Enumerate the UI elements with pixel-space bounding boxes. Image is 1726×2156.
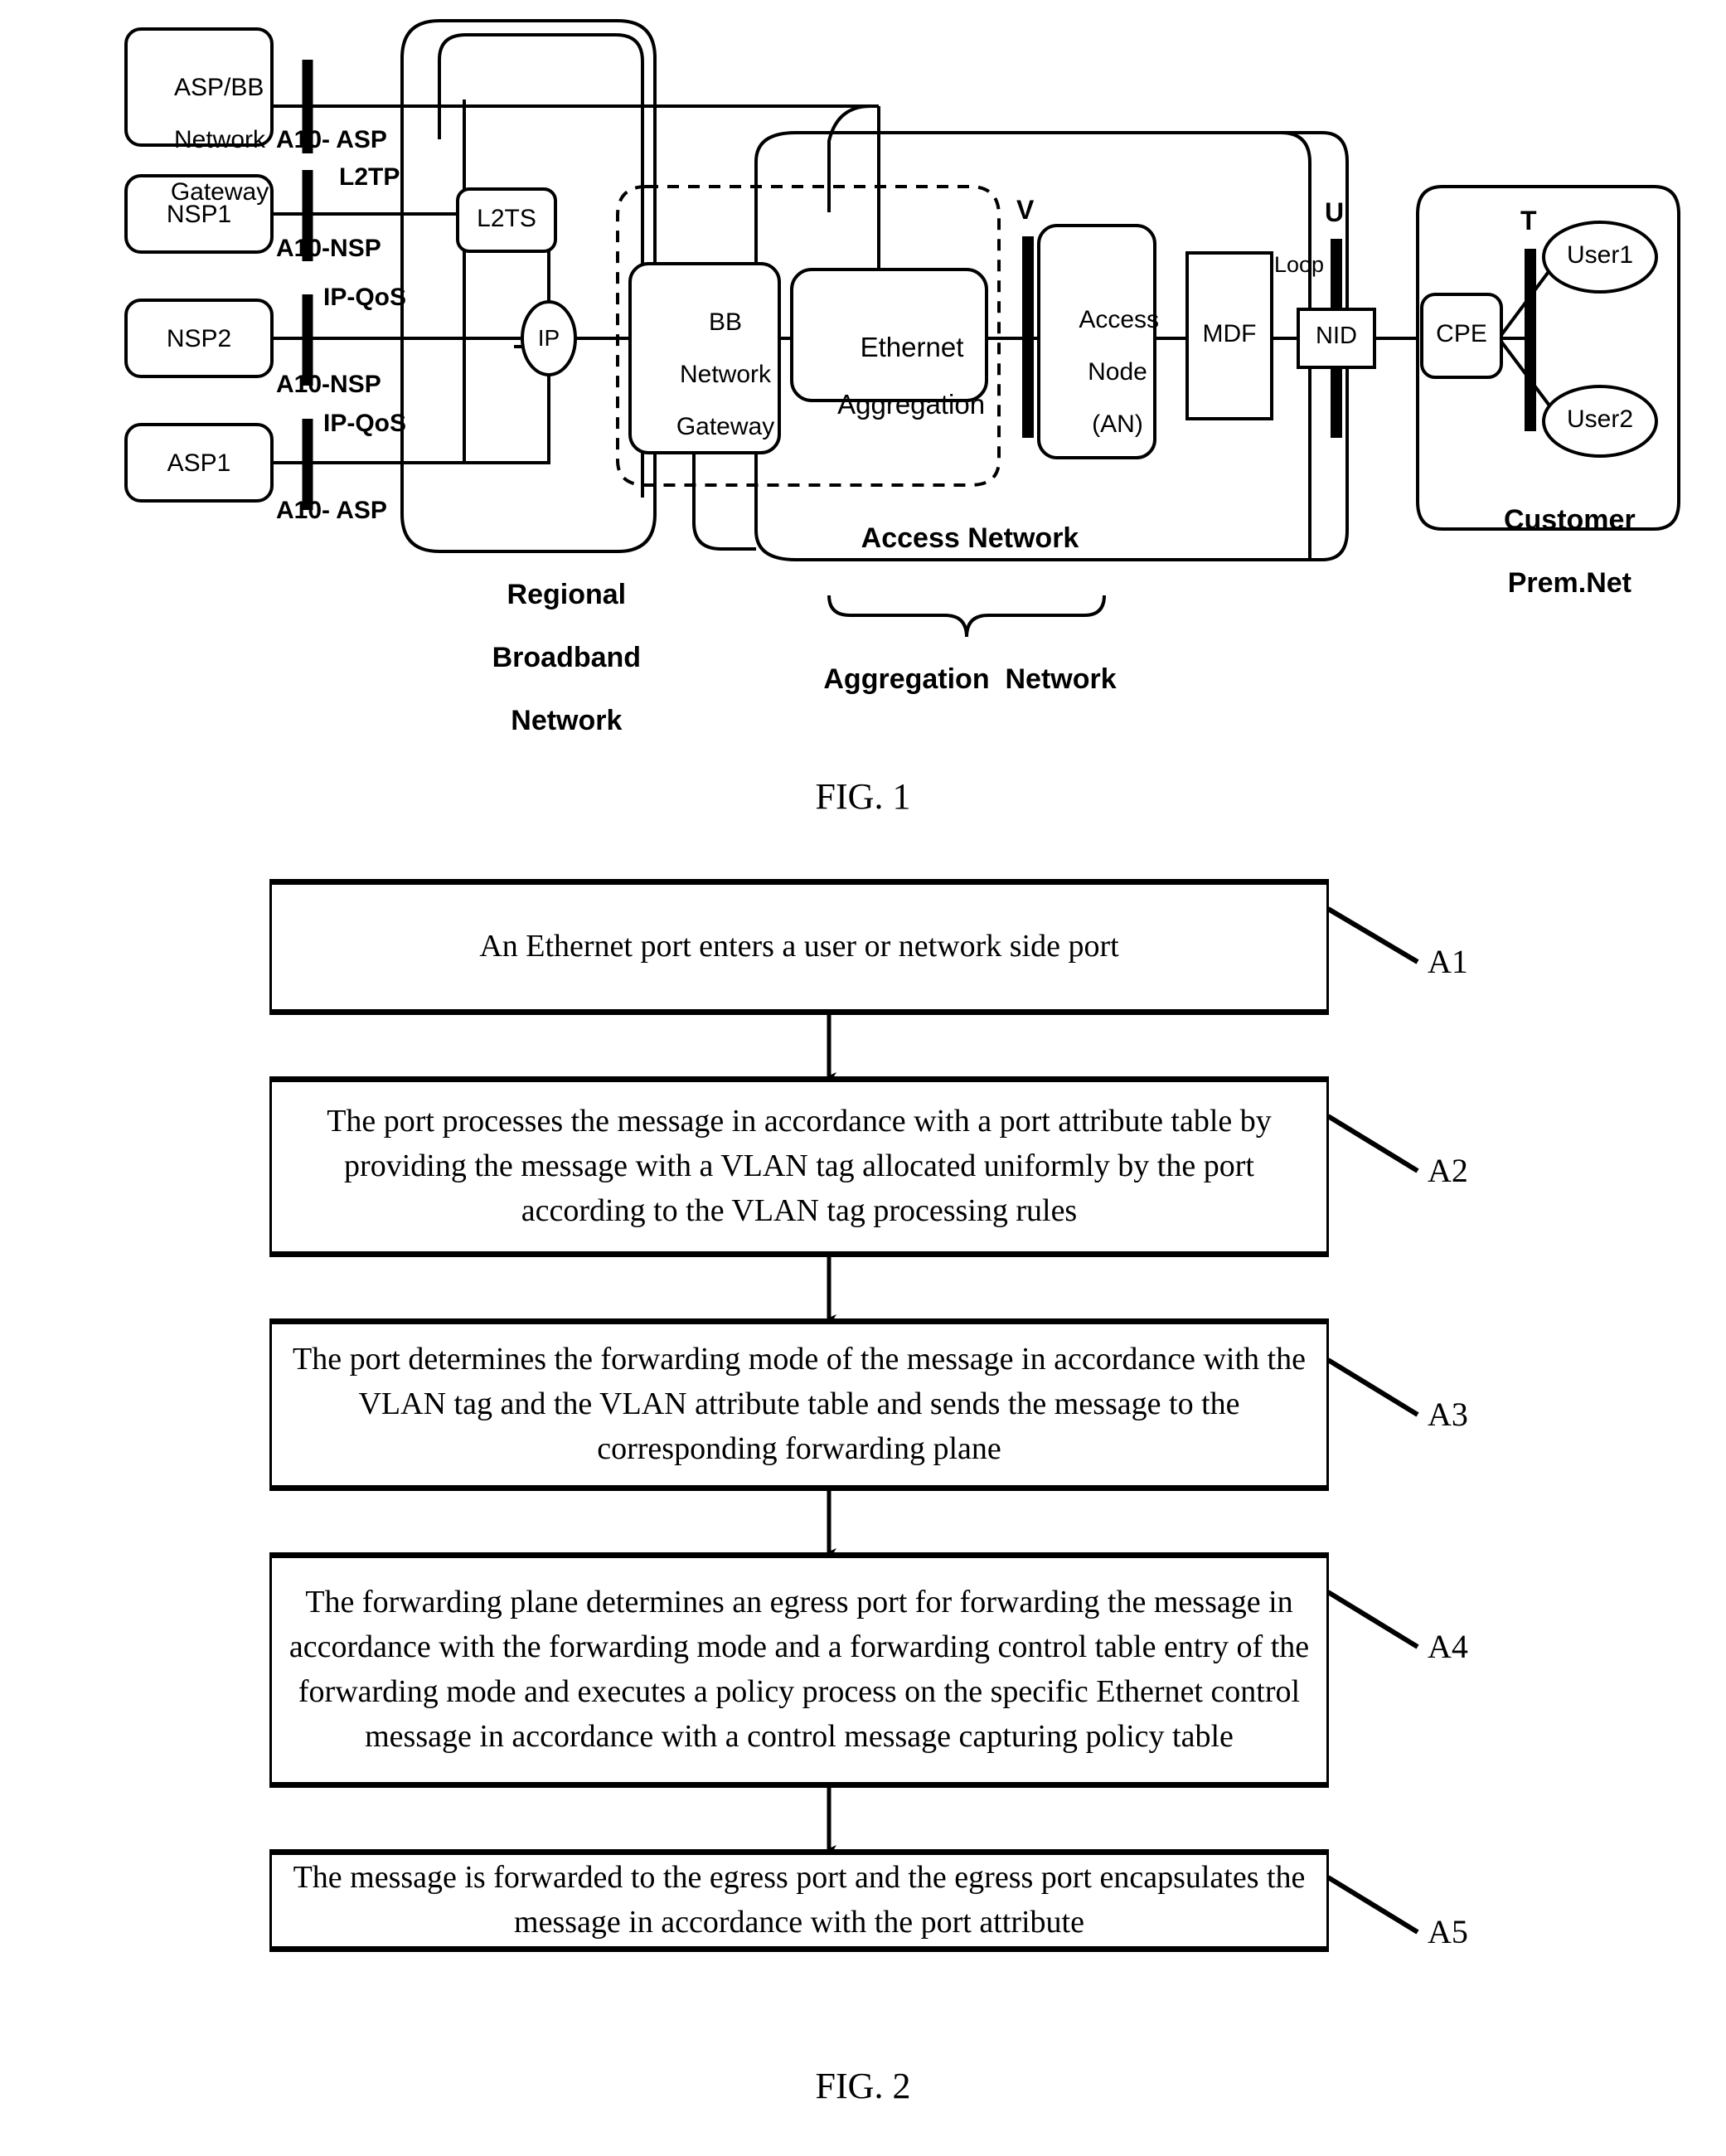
label-loop: Loop (1274, 252, 1325, 277)
label-nid: NID (1316, 323, 1357, 349)
step-ref-a2: A2 (1428, 1152, 1468, 1189)
label-user2: User2 (1566, 405, 1634, 433)
label-access-node: Access Node (AN) (1079, 305, 1160, 438)
flowchart-step-a2-text: The port processes the message in accord… (327, 1104, 1272, 1228)
step-ref-a1: A1 (1428, 943, 1468, 980)
aggregation-network-brace (827, 595, 1106, 638)
flowchart-step-a4: The forwarding plane determines an egres… (269, 1552, 1329, 1788)
label-a10-nsp-1: A10-NSP (276, 235, 381, 262)
label-reference-point-u: U (1325, 197, 1345, 227)
link-asp1-to-ip (464, 375, 550, 464)
leader-a1 (1326, 906, 1419, 964)
flowchart-step-a5: The message is forwarded to the egress p… (269, 1849, 1329, 1952)
flowchart-step-a5-text: The message is forwarded to the egress p… (293, 1860, 1306, 1940)
patent-figure-sheet: ASP/BB Network Gateway NSP1 NSP2 ASP1 A1… (0, 0, 1726, 2156)
label-mdf: MDF (1202, 320, 1257, 347)
label-a10-asp-bottom: A10- ASP (276, 497, 387, 524)
leader-a3 (1326, 1357, 1419, 1417)
label-ip-qos-2: IP-QoS (323, 410, 407, 437)
flowchart-step-a3: The port determines the forwarding mode … (269, 1318, 1329, 1491)
leader-a5 (1326, 1875, 1419, 1935)
flowchart-step-a4-text: The forwarding plane determines an egres… (288, 1585, 1310, 1754)
figure-2-caption: FIG. 2 (815, 2066, 911, 2106)
flowchart-step-a1: An Ethernet port enters a user or networ… (269, 879, 1329, 1015)
label-nsp1: NSP1 (166, 201, 232, 228)
label-bb-network-gateway: BB Network Gateway (676, 308, 775, 440)
leader-a4 (1326, 1590, 1419, 1649)
link-bbgw-bottom-curve (692, 498, 756, 551)
flowchart-step-a1-text: An Ethernet port enters a user or networ… (479, 929, 1119, 964)
label-a10-asp-top: A10- ASP (276, 126, 387, 153)
figure-1-caption: FIG. 1 (815, 776, 911, 817)
label-customer-premises-network: Customer Prem.Net (1503, 504, 1636, 600)
label-ip-qos-1: IP-QoS (323, 284, 407, 311)
label-ip: IP (537, 325, 560, 351)
label-ethernet-aggregation: Ethernet Aggregation (837, 331, 986, 420)
figure-2: An Ethernet port enters a user or networ… (0, 829, 1726, 2156)
label-regional-broadband-network: Regional Broadband Network (492, 579, 642, 737)
label-l2ts: L2TS (477, 205, 536, 232)
label-l2tp: L2TP (339, 163, 400, 191)
step-ref-a5: A5 (1428, 1913, 1468, 1950)
label-access-network: Access Network (861, 522, 1079, 554)
label-aggregation-network: Aggregation Network (823, 663, 1117, 695)
step-ref-a3: A3 (1428, 1396, 1468, 1433)
flowchart-step-a2: The port processes the message in accord… (269, 1076, 1329, 1257)
label-user1: User1 (1566, 241, 1634, 269)
label-a10-nsp-2: A10-NSP (276, 371, 381, 398)
step-ref-a4: A4 (1428, 1628, 1468, 1665)
figure-1: ASP/BB Network Gateway NSP1 NSP2 ASP1 A1… (0, 0, 1726, 829)
link-curve-into-access-network (827, 104, 879, 212)
flowchart-step-a3-text: The port determines the forwarding mode … (293, 1342, 1306, 1466)
leader-a2 (1326, 1114, 1419, 1173)
label-asp1: ASP1 (167, 449, 231, 477)
figure-2-connectors (827, 906, 1419, 1935)
label-nsp2: NSP2 (166, 325, 232, 352)
label-reference-point-v: V (1016, 195, 1035, 225)
label-cpe: CPE (1436, 320, 1487, 347)
label-reference-point-t: T (1520, 206, 1537, 236)
